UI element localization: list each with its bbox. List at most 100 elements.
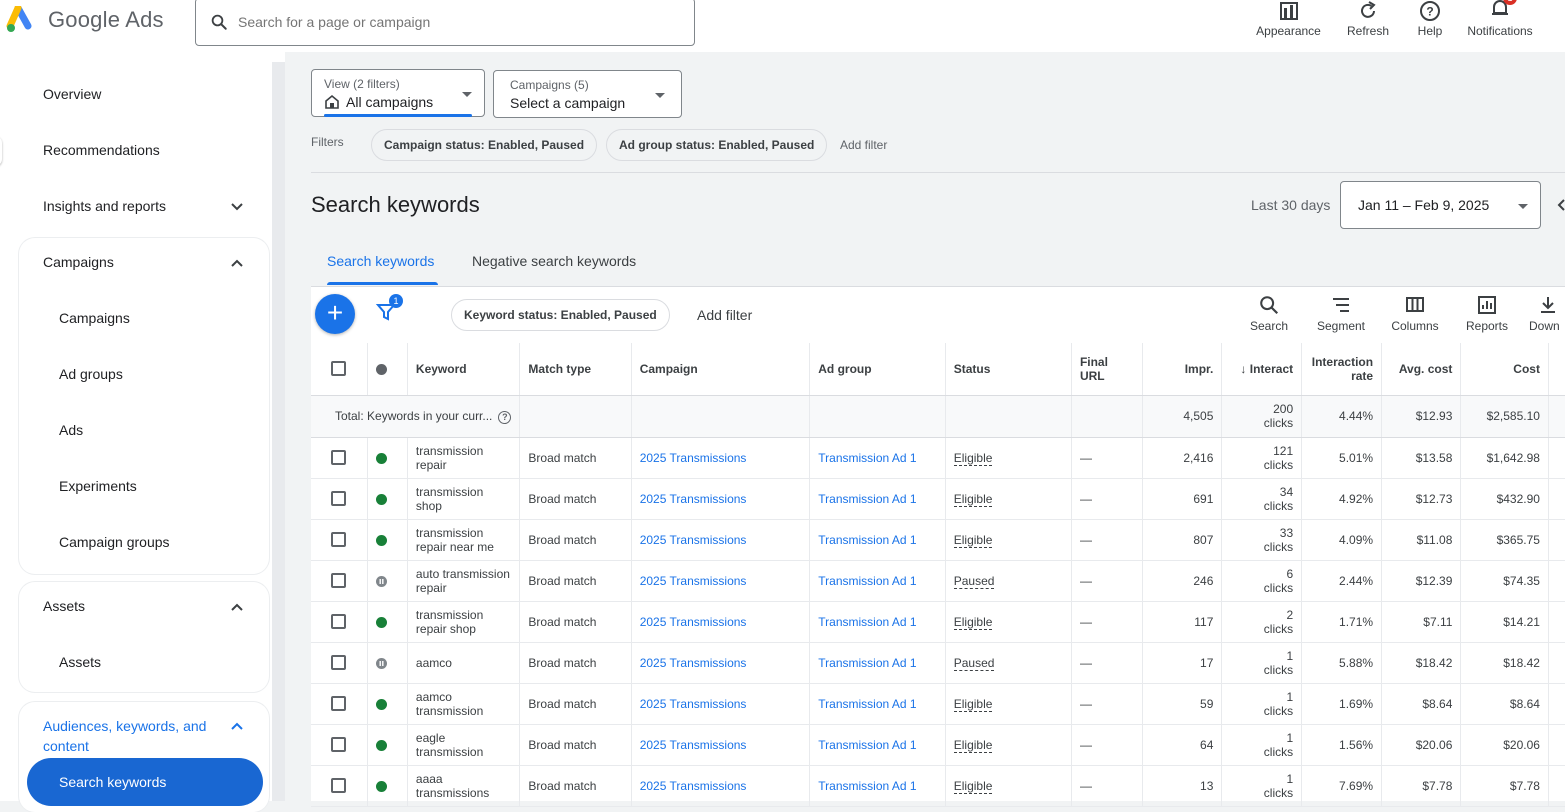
column-header-interactions[interactable]: ↓ Interact <box>1221 343 1303 396</box>
download-button[interactable]: Down <box>1529 294 1565 333</box>
tab-search-keywords[interactable]: Search keywords <box>327 253 434 269</box>
status-value[interactable]: Paused <box>953 573 995 589</box>
sidebar-item-insights[interactable]: Insights and reports <box>43 198 166 214</box>
global-search[interactable] <box>195 0 695 46</box>
tab-negative-search-keywords[interactable]: Negative search keywords <box>472 253 636 269</box>
ad-group-link[interactable]: Transmission Ad 1 <box>818 697 916 711</box>
campaigns-section-header[interactable]: Campaigns <box>43 254 114 270</box>
table-row[interactable]: aamco Broad match 2025 Transmissions Transm… <box>311 642 1565 684</box>
ad-group-link[interactable]: Transmission Ad 1 <box>818 738 916 752</box>
ad-group-link[interactable]: Transmission Ad 1 <box>818 779 916 793</box>
keyword-cell[interactable]: aaaa transmissions <box>407 765 521 807</box>
row-checkbox[interactable] <box>331 655 346 671</box>
sidebar-item-search-keywords[interactable]: Search keywords <box>27 758 263 806</box>
add-filter-button[interactable]: Add filter <box>697 307 752 323</box>
column-header-cost[interactable]: Cost <box>1460 343 1549 396</box>
campaign-link[interactable]: 2025 Transmissions <box>640 779 747 793</box>
google-ads-logo[interactable]: Google Ads <box>6 6 164 34</box>
campaign-link[interactable]: 2025 Transmissions <box>640 451 747 465</box>
chevron-up-icon[interactable] <box>229 255 245 271</box>
status-value[interactable]: Eligible <box>953 450 993 466</box>
sidebar-scrollbar[interactable] <box>272 62 285 801</box>
column-header-interaction-rate[interactable]: Interaction rate <box>1301 343 1383 396</box>
chevron-up-icon[interactable] <box>229 599 245 615</box>
add-keyword-button[interactable]: + <box>315 294 355 334</box>
campaign-link[interactable]: 2025 Transmissions <box>640 533 747 547</box>
table-row[interactable]: eagle transmission Broad match 2025 Transm… <box>311 724 1565 766</box>
segment-button[interactable]: Segment <box>1313 294 1369 333</box>
column-header-impressions[interactable]: Impr. <box>1142 343 1223 396</box>
table-row[interactable]: aaaa transmissions Broad match 2025 Transm… <box>311 765 1565 807</box>
column-header-status[interactable]: Status <box>945 343 1072 396</box>
status-value[interactable]: Eligible <box>953 491 993 507</box>
status-value[interactable]: Paused <box>953 655 995 671</box>
campaign-link[interactable]: 2025 Transmissions <box>640 492 747 506</box>
table-row[interactable]: aamco transmission Broad match 2025 Transm… <box>311 683 1565 725</box>
keyword-cell[interactable]: transmission repair shop <box>407 601 521 643</box>
table-row[interactable]: transmission repair near me Broad match 20… <box>311 519 1565 561</box>
status-value[interactable]: Eligible <box>953 737 993 753</box>
campaign-link[interactable]: 2025 Transmissions <box>640 738 747 752</box>
table-row[interactable]: transmission shop Broad match 2025 Transmi… <box>311 478 1565 520</box>
status-value[interactable]: Eligible <box>953 696 993 712</box>
keyword-cell[interactable]: aamco transmission <box>407 683 521 725</box>
sidebar-item-experiments[interactable]: Experiments <box>59 478 137 494</box>
sidebar-item-overview[interactable]: Overview <box>43 86 101 102</box>
column-header-campaign[interactable]: Campaign <box>631 343 811 396</box>
assets-section-header[interactable]: Assets <box>43 598 85 614</box>
help-icon[interactable]: ? <box>498 410 512 424</box>
sidebar-item-ad-groups[interactable]: Ad groups <box>59 366 123 382</box>
campaign-dropdown[interactable]: Campaigns (5) Select a campaign <box>493 70 682 118</box>
chevron-down-icon[interactable] <box>229 199 245 215</box>
filter-chip-keyword-status[interactable]: Keyword status: Enabled, Paused <box>451 299 670 331</box>
status-value[interactable]: Eligible <box>953 614 993 630</box>
keyword-cell[interactable]: transmission repair near me <box>407 519 521 561</box>
add-filter-link[interactable]: Add filter <box>840 138 887 152</box>
search-table-button[interactable]: Search <box>1245 294 1293 333</box>
ad-group-link[interactable]: Transmission Ad 1 <box>818 451 916 465</box>
keyword-cell[interactable]: transmission repair <box>407 437 521 479</box>
column-header-final-url[interactable]: Final URL <box>1071 343 1144 396</box>
audiences-section-header[interactable]: Audiences, keywords, and content <box>43 716 233 756</box>
row-checkbox[interactable] <box>331 737 346 753</box>
filter-button[interactable]: 1 <box>375 294 403 327</box>
ad-group-link[interactable]: Transmission Ad 1 <box>818 533 916 547</box>
filter-chip-ad-group-status[interactable]: Ad group status: Enabled, Paused <box>606 129 828 161</box>
refresh-button[interactable]: Refresh <box>1344 0 1392 38</box>
sidebar-item-recommendations[interactable]: Recommendations <box>43 142 160 158</box>
reports-button[interactable]: Reports <box>1461 294 1513 333</box>
row-checkbox[interactable] <box>331 491 346 507</box>
sidebar-item-campaign-groups[interactable]: Campaign groups <box>59 534 170 550</box>
view-dropdown[interactable]: View (2 filters) All campaigns <box>311 69 485 117</box>
filter-chip-campaign-status[interactable]: Campaign status: Enabled, Paused <box>371 129 598 161</box>
row-checkbox[interactable] <box>331 696 346 712</box>
chevron-left-icon[interactable] <box>1557 199 1565 211</box>
column-header-keyword[interactable]: Keyword <box>407 343 521 396</box>
row-checkbox[interactable] <box>331 450 346 466</box>
search-input[interactable] <box>238 14 658 30</box>
keyword-cell[interactable]: eagle transmission <box>407 724 521 766</box>
campaign-link[interactable]: 2025 Transmissions <box>640 615 747 629</box>
sidebar-item-ads[interactable]: Ads <box>59 422 83 438</box>
notifications-button[interactable]: 1 Notifications <box>1462 0 1538 38</box>
select-all-checkbox[interactable] <box>331 361 346 377</box>
help-button[interactable]: ? Help <box>1414 0 1446 38</box>
row-checkbox[interactable] <box>331 532 346 548</box>
date-range-picker[interactable]: Jan 11 – Feb 9, 2025 <box>1340 181 1541 229</box>
row-checkbox[interactable] <box>331 778 346 794</box>
column-header-ad-group[interactable]: Ad group <box>809 343 946 396</box>
status-value[interactable]: Eligible <box>953 532 993 548</box>
appearance-button[interactable]: Appearance <box>1255 0 1322 38</box>
keyword-cell[interactable]: aamco <box>407 642 521 684</box>
column-header-avg-cost[interactable]: Avg. cost <box>1381 343 1462 396</box>
chevron-up-icon[interactable] <box>229 718 245 734</box>
nav-rail-edge[interactable] <box>0 136 2 166</box>
column-header-match-type[interactable]: Match type <box>519 343 632 396</box>
ad-group-link[interactable]: Transmission Ad 1 <box>818 656 916 670</box>
table-row[interactable]: auto transmission repair Broad match 2025 … <box>311 560 1565 602</box>
row-checkbox[interactable] <box>331 573 346 589</box>
keyword-cell[interactable]: transmission shop <box>407 478 521 520</box>
keyword-cell[interactable]: auto transmission repair <box>407 560 521 602</box>
campaign-link[interactable]: 2025 Transmissions <box>640 574 747 588</box>
ad-group-link[interactable]: Transmission Ad 1 <box>818 615 916 629</box>
